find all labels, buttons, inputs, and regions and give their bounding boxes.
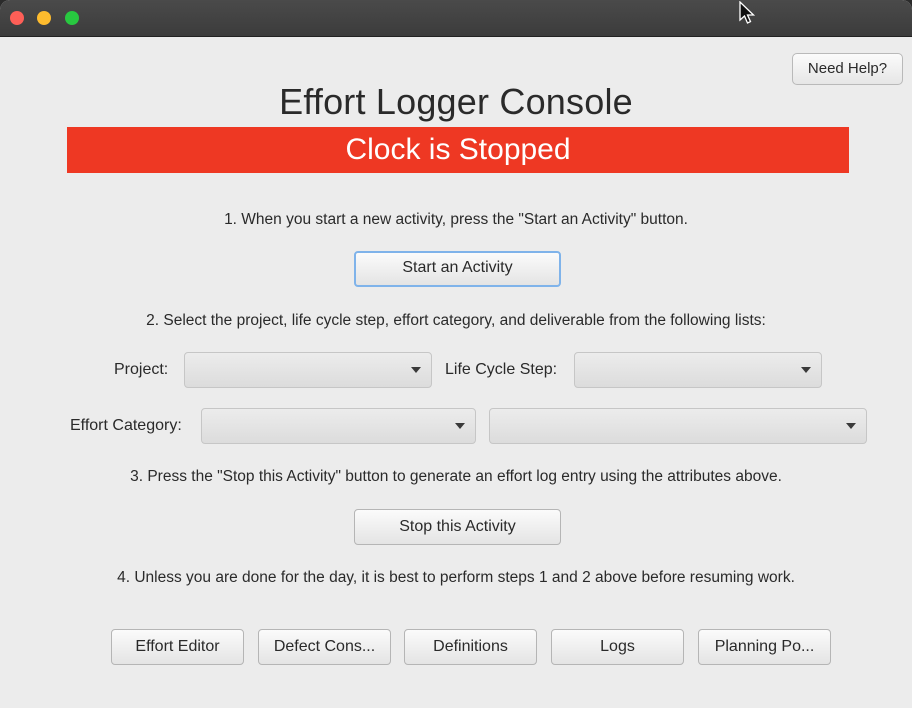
project-label: Project: (114, 361, 169, 378)
title-bar (0, 0, 912, 37)
logs-button[interactable]: Logs (551, 629, 684, 665)
chevron-down-icon (846, 423, 856, 429)
chevron-down-icon (411, 367, 421, 373)
life-cycle-step-label: Life Cycle Step: (445, 361, 558, 378)
effort-category-select[interactable] (201, 408, 476, 444)
step-2-instruction: 2. Select the project, life cycle step, … (146, 312, 766, 329)
deliverable-select[interactable] (489, 408, 867, 444)
console-panel: Need Help? Effort Logger Console Clock i… (0, 37, 912, 708)
project-select[interactable] (184, 352, 432, 388)
close-window-button[interactable] (10, 11, 24, 25)
stop-activity-button[interactable]: Stop this Activity (354, 509, 561, 545)
minimize-window-button[interactable] (37, 11, 51, 25)
start-activity-button[interactable]: Start an Activity (354, 251, 561, 287)
zoom-window-button[interactable] (65, 11, 79, 25)
clock-status-banner: Clock is Stopped (67, 127, 849, 173)
step-1-instruction: 1. When you start a new activity, press … (224, 211, 688, 228)
effort-category-label: Effort Category: (70, 417, 182, 434)
chevron-down-icon (801, 367, 811, 373)
page-title: Effort Logger Console (279, 81, 633, 122)
effort-editor-button[interactable]: Effort Editor (111, 629, 244, 665)
life-cycle-step-select[interactable] (574, 352, 822, 388)
definitions-button[interactable]: Definitions (404, 629, 537, 665)
step-4-instruction: 4. Unless you are done for the day, it i… (117, 569, 795, 586)
app-window: Need Help? Effort Logger Console Clock i… (0, 0, 912, 708)
planning-poker-button[interactable]: Planning Po... (698, 629, 831, 665)
defect-console-button[interactable]: Defect Cons... (258, 629, 391, 665)
mouse-pointer-icon (739, 1, 756, 24)
chevron-down-icon (455, 423, 465, 429)
step-3-instruction: 3. Press the "Stop this Activity" button… (130, 468, 782, 485)
